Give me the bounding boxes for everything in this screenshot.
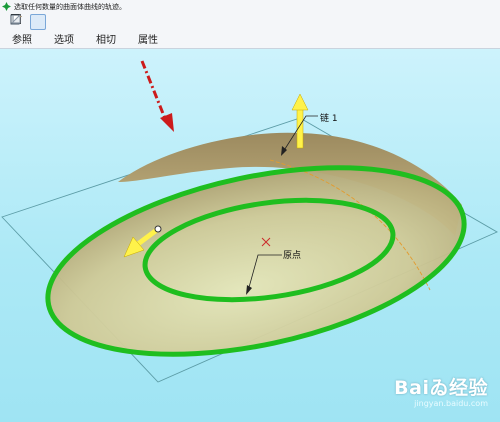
triangle-tool-icon[interactable] bbox=[10, 13, 86, 30]
tab-tangency[interactable]: 相切 bbox=[85, 33, 127, 48]
origin-label: 原点 bbox=[283, 250, 301, 261]
prompt-arrow-icon bbox=[2, 2, 11, 11]
curve-start-point[interactable] bbox=[154, 225, 162, 233]
graphics-viewport[interactable]: 链 1 原点 Baiゐ经验 jingyan.baidu.com bbox=[0, 49, 500, 422]
tool-icons bbox=[10, 13, 106, 31]
model-scene: 链 1 原点 bbox=[1, 60, 498, 383]
watermark-brand: Baiゐ经验 bbox=[394, 377, 488, 399]
tab-references[interactable]: 参照 bbox=[0, 33, 43, 48]
message-bar: 选取任何数量的曲面体曲线的轨迹。 bbox=[0, 0, 500, 13]
dashboard-tabs: 参照 选项 相切 属性 bbox=[0, 33, 169, 48]
watermark-url: jingyan.baidu.com bbox=[414, 399, 488, 408]
watermark: Baiゐ经验 jingyan.baidu.com bbox=[394, 373, 488, 408]
blend-surface-icon[interactable] bbox=[11, 14, 46, 30]
prompt-text: 选取任何数量的曲面体曲线的轨迹。 bbox=[14, 2, 126, 11]
tab-properties[interactable]: 属性 bbox=[127, 33, 169, 48]
pointer-arrow-icon bbox=[140, 60, 174, 132]
edit-icon[interactable] bbox=[10, 14, 66, 30]
chain-label: 链 1 bbox=[320, 112, 338, 124]
corner-tool-icon[interactable] bbox=[12, 14, 106, 30]
dashboard-toolbar: 选取任何数量的曲面体曲线的轨迹。 参照 选项 相切 属性 bbox=[0, 0, 500, 49]
tab-options[interactable]: 选项 bbox=[43, 33, 85, 48]
